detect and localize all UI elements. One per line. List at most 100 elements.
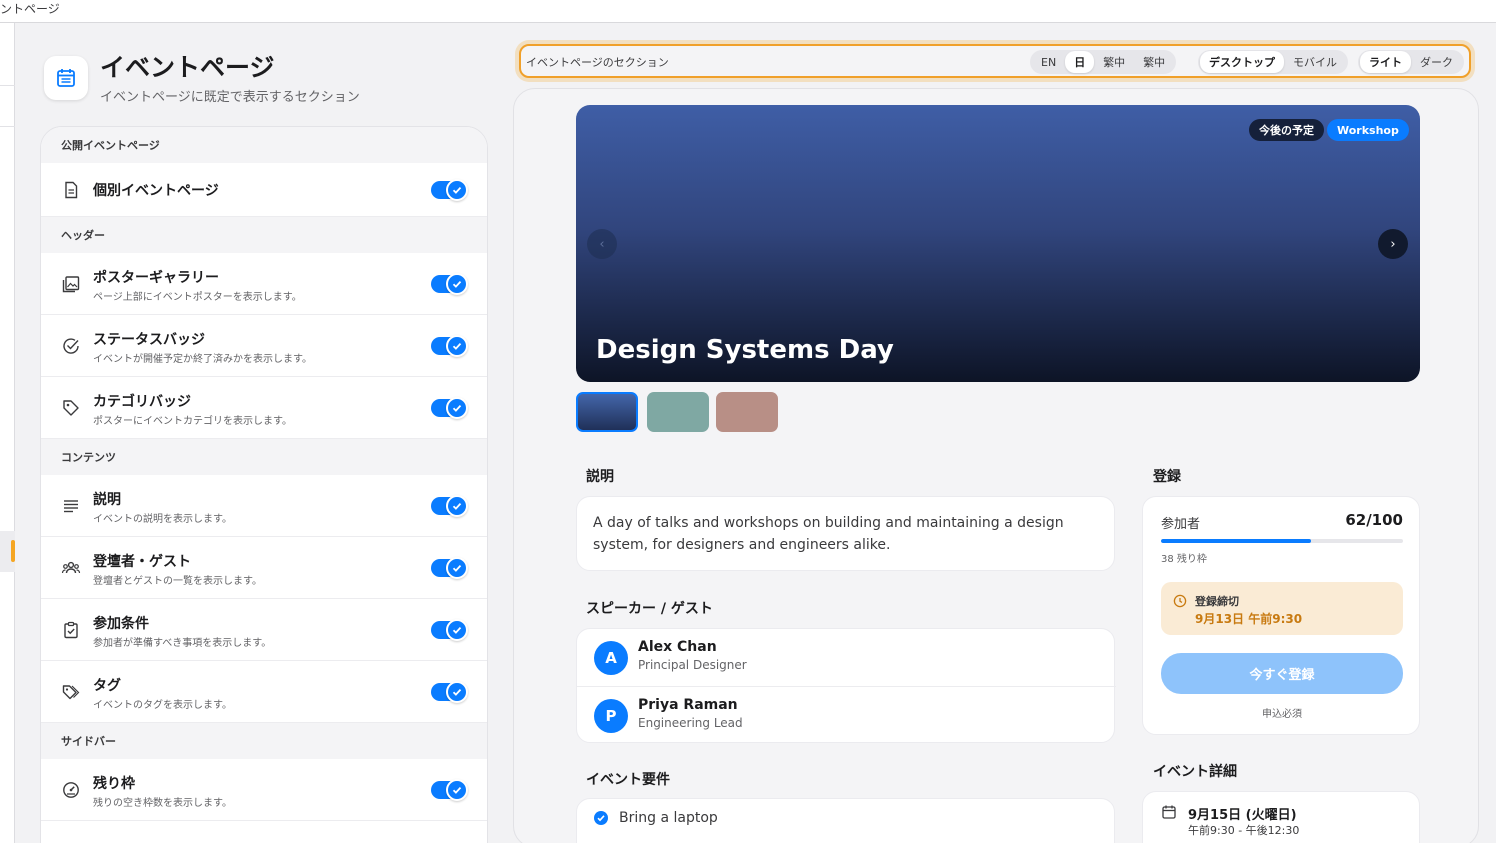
- section-heading: 公開イベントページ: [41, 127, 487, 163]
- capacity-progress: [1161, 539, 1403, 543]
- toggle-switch[interactable]: [431, 334, 468, 357]
- attendee-count: 62/100: [1345, 511, 1403, 529]
- event-date: 9月15日 (火曜日): [1188, 808, 1297, 823]
- setting-title: 参加条件: [93, 616, 149, 632]
- setting-row-category-badge[interactable]: カテゴリバッジ ポスターにイベントカテゴリを表示します。: [41, 377, 487, 439]
- registration-note: 申込必須: [1262, 709, 1302, 720]
- speaker-role: Principal Designer: [638, 658, 747, 672]
- setting-description: イベントのタグを表示します。: [93, 700, 232, 711]
- sidebar-divider: [0, 126, 15, 127]
- theme-option-dark[interactable]: ダーク: [1411, 51, 1462, 73]
- deadline-value: 9月13日 午前9:30: [1195, 612, 1303, 626]
- setting-title: 残り枠: [93, 776, 135, 792]
- section-heading: ヘッダー: [41, 217, 487, 253]
- poster-thumbnail[interactable]: [716, 392, 778, 432]
- setting-title: ステータスバッジ: [93, 332, 205, 348]
- setting-title: 登壇者・ゲスト: [93, 554, 191, 570]
- device-switcher: デスクトップ モバイル: [1198, 50, 1348, 74]
- language-option-ja[interactable]: 日: [1065, 51, 1095, 73]
- avatar: P: [594, 699, 628, 733]
- deadline-box: 登録締切 9月13日 午前9:30: [1161, 582, 1403, 635]
- setting-title: タグ: [93, 678, 121, 694]
- toggle-check-icon: [446, 680, 468, 703]
- setting-row-requirements[interactable]: 参加条件 参加者が準備すべき事項を表示します。: [41, 599, 487, 661]
- event-title: Design Systems Day: [596, 335, 894, 365]
- status-badge: 今後の予定: [1249, 119, 1324, 141]
- gauge-icon: [61, 780, 81, 800]
- setting-row-tags[interactable]: タグ イベントのタグを表示します。: [41, 661, 487, 723]
- check-icon: [594, 811, 608, 825]
- speaker-role: Engineering Lead: [638, 716, 743, 730]
- description-card: A day of talks and workshops on building…: [576, 496, 1115, 571]
- document-icon: [61, 180, 81, 200]
- registration-heading: 登録: [1153, 469, 1181, 485]
- toggle-check-icon: [446, 396, 468, 419]
- gallery-icon: [61, 274, 81, 294]
- attendees-label: 参加者: [1161, 517, 1201, 532]
- setting-description: イベントの説明を表示します。: [93, 514, 232, 525]
- setting-title: カテゴリバッジ: [93, 394, 191, 410]
- setting-description: ページ上部にイベントポスターを表示します。: [93, 292, 302, 303]
- window-title: ベントページ: [0, 2, 60, 16]
- setting-description: イベントが開催予定か終了済みかを表示します。: [93, 354, 312, 365]
- speaker-item: A Alex Chan Principal Designer: [577, 629, 1116, 686]
- calendar-icon: [44, 56, 88, 100]
- register-button[interactable]: 今すぐ登録: [1161, 653, 1403, 694]
- device-option-mobile[interactable]: モバイル: [1284, 51, 1346, 73]
- speakers-heading: スピーカー / ゲスト: [586, 601, 713, 617]
- requirements-card: Bring a laptop: [576, 798, 1115, 843]
- setting-description: 残りの空き枠数を表示します。: [93, 798, 232, 809]
- setting-description: 登壇者とゲストの一覧を表示します。: [93, 576, 262, 587]
- toggle-switch[interactable]: [431, 272, 468, 295]
- calendar-icon: [1161, 804, 1177, 820]
- deadline-label: 登録締切: [1195, 595, 1239, 608]
- clock-icon: [1173, 593, 1187, 608]
- requirements-heading: イベント要件: [586, 772, 670, 788]
- setting-row-event-page[interactable]: 個別イベントページ: [41, 163, 487, 217]
- toggle-switch[interactable]: [431, 680, 468, 703]
- chevron-left-icon[interactable]: ‹: [587, 229, 617, 259]
- toolbar-label: イベントページのセクション: [526, 56, 669, 69]
- toggle-check-icon: [446, 778, 468, 801]
- setting-row-status-badge[interactable]: ステータスバッジ イベントが開催予定か終了済みかを表示します。: [41, 315, 487, 377]
- poster-thumbnail[interactable]: [647, 392, 709, 432]
- toggle-check-icon: [446, 494, 468, 517]
- setting-title: 説明: [93, 492, 121, 508]
- setting-title: 個別イベントページ: [93, 183, 219, 199]
- page-subtitle: イベントページに既定で表示するセクション: [100, 90, 360, 105]
- language-option-en[interactable]: EN: [1032, 53, 1065, 72]
- tags-icon: [61, 682, 81, 702]
- event-time: 午前9:30 - 午後12:30: [1188, 824, 1300, 837]
- toggle-switch[interactable]: [431, 178, 468, 201]
- setting-row-speakers[interactable]: 登壇者・ゲスト 登壇者とゲストの一覧を表示します。: [41, 537, 487, 599]
- toggle-switch[interactable]: [431, 556, 468, 579]
- toggle-check-icon: [446, 334, 468, 357]
- theme-option-light[interactable]: ライト: [1360, 51, 1411, 73]
- poster-thumbnail[interactable]: [576, 392, 638, 432]
- toggle-switch[interactable]: [431, 778, 468, 801]
- tag-icon: [61, 398, 81, 418]
- language-option-zh-hant-2[interactable]: 繁中: [1134, 51, 1174, 73]
- event-page-preview: 今後の予定 Workshop ‹ › Design Systems Day 説明…: [513, 88, 1479, 843]
- toggle-switch[interactable]: [431, 494, 468, 517]
- clipboard-check-icon: [61, 620, 81, 640]
- setting-row-description[interactable]: 説明 イベントの説明を表示します。: [41, 475, 487, 537]
- page-title: イベントページ: [100, 53, 275, 82]
- sidebar-divider: [0, 85, 15, 86]
- app-sidebar: [0, 23, 15, 843]
- section-heading: サイドバー: [41, 723, 487, 759]
- registration-card: 参加者 62/100 38 残り枠 登録締切 9月13日 午前9:30 今すぐ登…: [1142, 496, 1420, 735]
- toggle-switch[interactable]: [431, 618, 468, 641]
- setting-row-poster-gallery[interactable]: ポスターギャラリー ページ上部にイベントポスターを表示します。: [41, 253, 487, 315]
- toggle-check-icon: [446, 178, 468, 201]
- setting-row-remaining-seats[interactable]: 残り枠 残りの空き枠数を表示します。: [41, 759, 487, 821]
- chevron-right-icon[interactable]: ›: [1378, 229, 1408, 259]
- check-circle-icon: [61, 336, 81, 356]
- active-indicator: [11, 540, 15, 562]
- language-option-zh-hant-1[interactable]: 繁中: [1094, 51, 1134, 73]
- requirement-text: Bring a laptop: [619, 810, 718, 826]
- device-option-desktop[interactable]: デスクトップ: [1200, 51, 1284, 73]
- setting-description: 参加者が準備すべき事項を表示します。: [93, 638, 272, 649]
- window-titlebar: ベントページ: [0, 0, 1496, 23]
- toggle-switch[interactable]: [431, 396, 468, 419]
